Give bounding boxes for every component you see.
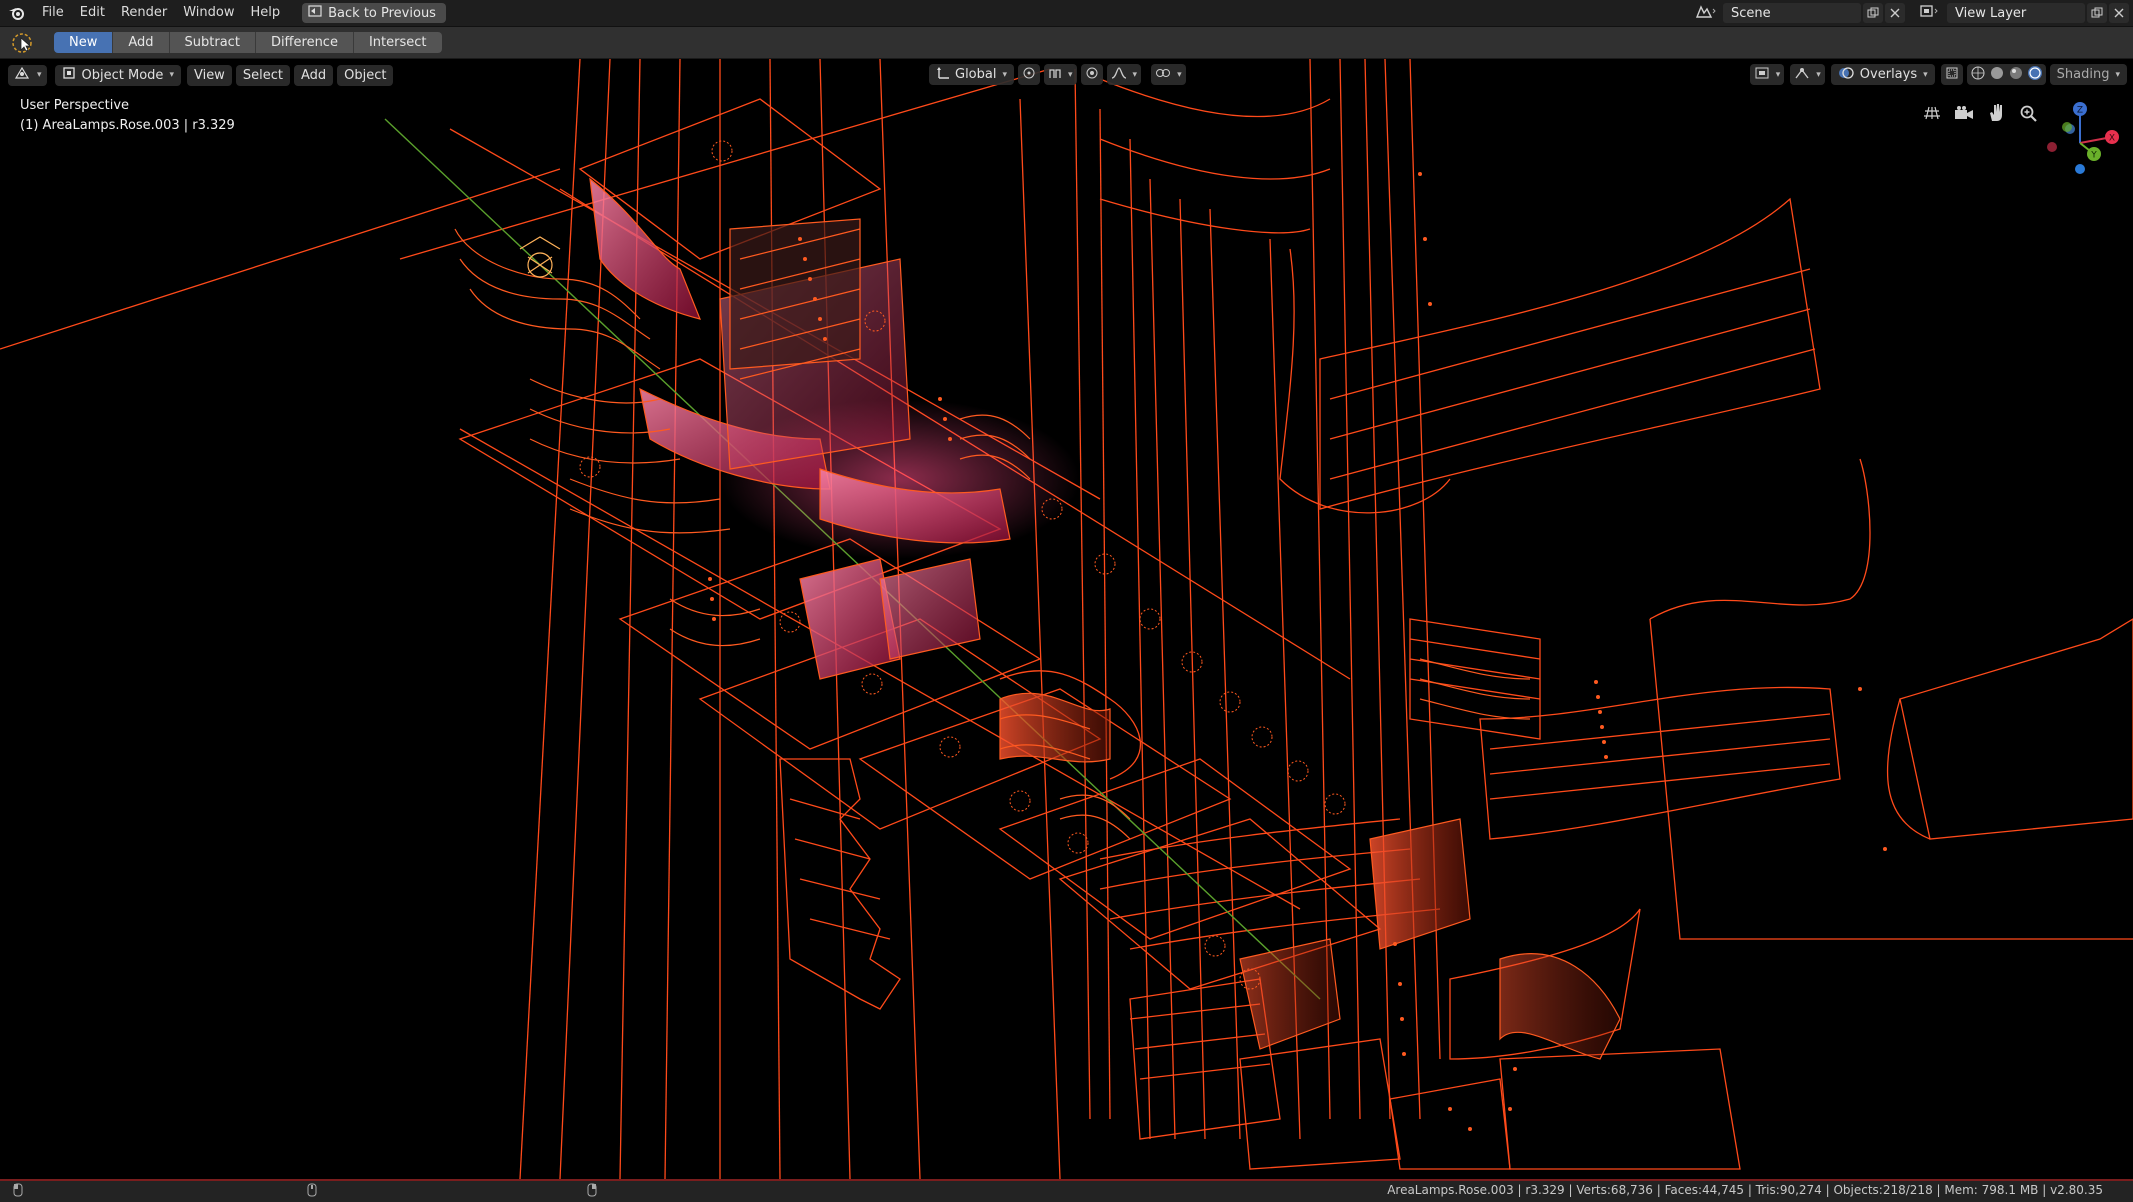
grid-icon[interactable] bbox=[1920, 101, 1944, 125]
scene-name-field[interactable]: Scene bbox=[1723, 3, 1861, 23]
add-menu[interactable]: Add bbox=[293, 64, 334, 86]
solid-shading-icon[interactable] bbox=[1989, 65, 2005, 85]
object-types-icon bbox=[1754, 66, 1770, 84]
chevron-down-icon: ▾ bbox=[1132, 69, 1138, 80]
viewport-center-tools: Global ▾ ▾ ▾ ▾ bbox=[925, 64, 1186, 85]
falloff-icon bbox=[1111, 66, 1127, 84]
view-layer-icon[interactable] bbox=[1919, 3, 1941, 23]
object-menu[interactable]: Object bbox=[337, 64, 394, 86]
view-object-types-button[interactable]: ▾ bbox=[1749, 64, 1785, 85]
shading-dropdown[interactable]: Shading ▾ bbox=[2049, 64, 2127, 85]
xray-icon bbox=[1945, 66, 1959, 84]
gizmo-toggle-button[interactable]: ▾ bbox=[1790, 64, 1825, 85]
snap-target-button[interactable]: ▾ bbox=[1151, 64, 1186, 85]
falloff-button[interactable]: ▾ bbox=[1106, 64, 1142, 85]
scene-icon[interactable] bbox=[1695, 3, 1717, 23]
gizmo-icon bbox=[1794, 66, 1810, 84]
chevron-down-icon: ▾ bbox=[1775, 69, 1781, 80]
top-bar: File Edit Render Window Help Back to Pre… bbox=[0, 0, 2133, 27]
navigation-gizmo[interactable]: Z X Y bbox=[2040, 99, 2120, 189]
svg-text:Y: Y bbox=[2090, 151, 2097, 161]
menu-window[interactable]: Window bbox=[175, 0, 242, 26]
chevron-down-icon: ▾ bbox=[1177, 69, 1182, 80]
snap-button[interactable]: ▾ bbox=[1044, 64, 1077, 85]
object-mode-icon bbox=[62, 66, 76, 84]
svg-text:Z: Z bbox=[2077, 106, 2083, 116]
pivot-point-button[interactable] bbox=[1018, 64, 1041, 85]
top-right-controls: Scene View Layer bbox=[1695, 0, 2133, 26]
view-perspective-label: User Perspective bbox=[20, 98, 130, 113]
chevron-down-icon: ▾ bbox=[1002, 69, 1008, 80]
shading-label: Shading bbox=[2056, 67, 2110, 82]
delete-view-layer-icon[interactable] bbox=[2109, 3, 2129, 23]
boolean-subtract-button[interactable]: Subtract bbox=[169, 32, 256, 53]
snap-icon bbox=[1048, 66, 1062, 84]
status-bar: AreaLamps.Rose.003 | r3.329 | Verts:68,7… bbox=[0, 1179, 2133, 1202]
overlays-icon bbox=[1838, 65, 1854, 85]
proportional-icon bbox=[1085, 66, 1099, 84]
chevron-down-icon: ▾ bbox=[169, 70, 174, 80]
transform-orientation-label: Global bbox=[955, 67, 997, 82]
hand-icon[interactable] bbox=[1984, 101, 2008, 125]
mouse-middle-icon bbox=[306, 1183, 318, 1200]
object-mode-label: Object Mode bbox=[81, 67, 164, 83]
viewport-right-tools: ▾ ▾ Overlays ▾ Shading ▾ bbox=[1746, 64, 2127, 85]
editor-type-icon bbox=[13, 66, 31, 84]
chevron-down-icon: ▾ bbox=[1923, 69, 1928, 80]
back-to-previous-button[interactable]: Back to Previous bbox=[302, 3, 446, 23]
scene-statistics: AreaLamps.Rose.003 | r3.329 | Verts:68,7… bbox=[1387, 1183, 2103, 1197]
cursor-select-icon[interactable] bbox=[0, 32, 46, 54]
mouse-left-icon bbox=[12, 1183, 24, 1200]
menu-render[interactable]: Render bbox=[113, 0, 175, 26]
overlays-label: Overlays bbox=[1859, 67, 1918, 82]
overlays-dropdown[interactable]: Overlays ▾ bbox=[1830, 64, 1935, 85]
viewport-navigation bbox=[1920, 101, 2040, 125]
3d-viewport[interactable]: ▾ Object Mode ▾ View Select Add Object G… bbox=[0, 59, 2133, 1179]
view-menu[interactable]: View bbox=[186, 64, 232, 86]
mouse-right-icon bbox=[586, 1183, 598, 1200]
chevron-down-icon: ▾ bbox=[37, 70, 42, 80]
delete-scene-icon[interactable] bbox=[1885, 3, 1905, 23]
zoom-icon[interactable] bbox=[2016, 101, 2040, 125]
pivot-icon bbox=[1022, 66, 1036, 84]
boolean-mode-group: New Add Subtract Difference Intersect bbox=[54, 32, 442, 53]
transform-icon bbox=[936, 66, 950, 84]
shading-modes-group bbox=[1966, 64, 2046, 85]
link-icon bbox=[1155, 66, 1171, 84]
chevron-down-icon: ▾ bbox=[1068, 69, 1073, 80]
menu-file[interactable]: File bbox=[34, 0, 72, 26]
xray-toggle-button[interactable] bbox=[1940, 64, 1963, 85]
boolean-new-button[interactable]: New bbox=[54, 32, 114, 53]
active-object-label: (1) AreaLamps.Rose.003 | r3.329 bbox=[20, 118, 235, 133]
rendered-shading-icon[interactable] bbox=[2027, 65, 2043, 85]
back-to-previous-label: Back to Previous bbox=[328, 5, 436, 21]
camera-icon[interactable] bbox=[1952, 101, 1976, 125]
viewport-header: ▾ Object Mode ▾ View Select Add Object G… bbox=[0, 59, 2133, 91]
new-scene-icon[interactable] bbox=[1863, 3, 1883, 23]
editor-type-button[interactable]: ▾ bbox=[8, 64, 47, 86]
menu-edit[interactable]: Edit bbox=[72, 0, 113, 26]
chevron-down-icon: ▾ bbox=[1816, 69, 1821, 80]
blender-logo-icon[interactable] bbox=[0, 5, 34, 21]
select-menu[interactable]: Select bbox=[235, 64, 290, 86]
active-lamp-object[interactable] bbox=[519, 236, 561, 278]
viewport-scene bbox=[0, 59, 2133, 1179]
object-mode-dropdown[interactable]: Object Mode ▾ bbox=[54, 64, 181, 86]
wireframe-shading-icon[interactable] bbox=[1970, 65, 1986, 85]
proportional-edit-button[interactable] bbox=[1080, 64, 1103, 85]
tool-header: New Add Subtract Difference Intersect bbox=[0, 27, 2133, 59]
menu-help[interactable]: Help bbox=[243, 0, 289, 26]
view-layer-name-field[interactable]: View Layer bbox=[1947, 3, 2085, 23]
back-icon bbox=[308, 5, 322, 21]
boolean-difference-button[interactable]: Difference bbox=[255, 32, 354, 53]
material-shading-icon[interactable] bbox=[2008, 65, 2024, 85]
new-view-layer-icon[interactable] bbox=[2087, 3, 2107, 23]
chevron-down-icon: ▾ bbox=[2115, 69, 2120, 80]
boolean-add-button[interactable]: Add bbox=[113, 32, 170, 53]
svg-text:X: X bbox=[2109, 134, 2115, 144]
transform-orientation-dropdown[interactable]: Global ▾ bbox=[929, 64, 1015, 85]
view-layer-selector: View Layer bbox=[1919, 0, 2129, 26]
scene-selector: Scene bbox=[1695, 0, 1905, 26]
boolean-intersect-button[interactable]: Intersect bbox=[353, 32, 442, 53]
